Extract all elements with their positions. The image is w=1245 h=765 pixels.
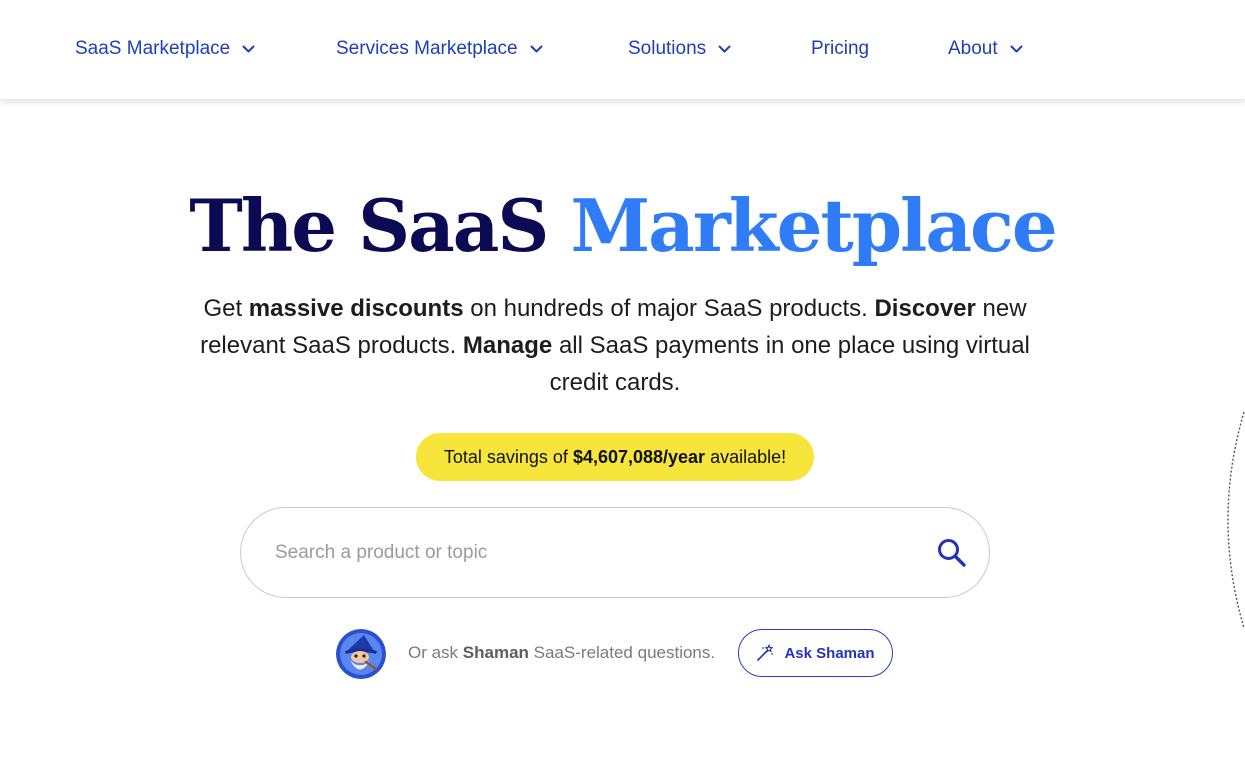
ask-shaman-row: Or ask Shaman SaaS-related questions. As… <box>336 628 896 679</box>
subtitle-text: all SaaS payments in one place using vir… <box>549 332 1030 396</box>
chevron-down-icon <box>530 45 543 53</box>
savings-badge: Total savings of $4,607,088/year availab… <box>416 433 814 481</box>
ask-text-suffix: SaaS-related questions. <box>528 643 716 662</box>
savings-prefix: Total savings of <box>443 446 568 467</box>
subtitle-bold: massive discounts <box>248 295 464 322</box>
wizard-avatar <box>336 629 386 679</box>
subtitle-bold: Manage <box>462 332 553 359</box>
savings-suffix: available! <box>710 446 787 467</box>
chevron-down-icon <box>1010 45 1023 53</box>
nav-saas-marketplace[interactable]: SaaS Marketplace <box>75 36 255 62</box>
hero-title-part2: Marketplace <box>570 183 1057 268</box>
subtitle-text: on hundreds of major SaaS products. <box>463 295 875 322</box>
ask-shaman-text: Or ask Shaman SaaS-related questions. <box>408 643 715 663</box>
nav-pricing[interactable]: Pricing <box>811 36 869 62</box>
hero-title-part1: The SaaS <box>189 183 549 268</box>
ask-shaman-button-label: Ask Shaman <box>784 644 875 662</box>
search-input[interactable] <box>275 534 895 572</box>
nav-services-marketplace-label: Services Marketplace <box>336 38 518 59</box>
nav-pricing-label: Pricing <box>811 38 870 59</box>
savings-amount: $4,607,088/year <box>572 446 706 467</box>
nav-about[interactable]: About <box>948 36 1023 62</box>
subtitle-text: Get <box>203 295 249 322</box>
search-bar <box>240 507 990 598</box>
nav-saas-marketplace-label: SaaS Marketplace <box>75 38 231 59</box>
nav-solutions-label: Solutions <box>628 38 707 59</box>
search-icon[interactable] <box>935 536 969 570</box>
ask-text-prefix: Or ask <box>408 643 463 662</box>
chevron-down-icon <box>718 45 731 53</box>
hero-title: The SaaS Marketplace <box>0 178 1245 274</box>
ask-shaman-name: Shaman <box>462 643 529 662</box>
nav-solutions[interactable]: Solutions <box>628 36 731 62</box>
nav-about-label: About <box>948 38 998 59</box>
ask-shaman-button[interactable]: Ask Shaman <box>738 629 893 677</box>
subtitle-bold: Discover <box>874 295 976 322</box>
hero-subtitle: Get massive discounts on hundreds of maj… <box>190 290 1040 401</box>
magic-wand-icon <box>756 644 774 662</box>
decorative-dashed-arc <box>1222 410 1245 630</box>
nav-services-marketplace[interactable]: Services Marketplace <box>336 36 543 62</box>
chevron-down-icon <box>242 45 255 53</box>
top-navigation: SaaS Marketplace Services Marketplace So… <box>0 0 1245 100</box>
